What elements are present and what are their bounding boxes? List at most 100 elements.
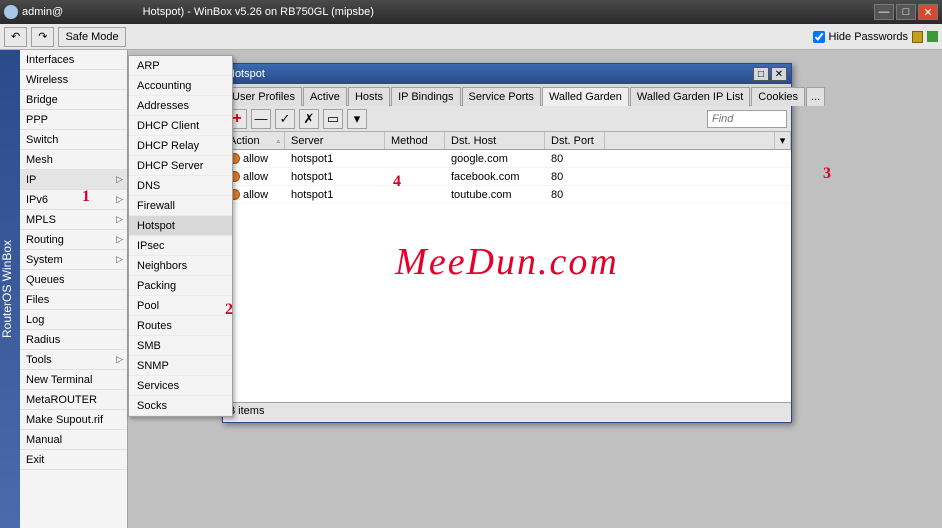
filter-button[interactable]: ▾ bbox=[347, 109, 367, 129]
tab-cookies[interactable]: Cookies bbox=[751, 87, 805, 106]
cell-server: hotspot1 bbox=[285, 153, 385, 165]
submenu-item-dhcp-client[interactable]: DHCP Client bbox=[129, 116, 232, 136]
hide-passwords-label: Hide Passwords bbox=[829, 31, 908, 43]
menu-item-metarouter[interactable]: MetaROUTER bbox=[20, 390, 127, 410]
caret-icon: ▷ bbox=[116, 254, 123, 265]
menu-item-routing[interactable]: Routing▷ bbox=[20, 230, 127, 250]
main-toolbar: ↶ ↷ Safe Mode Hide Passwords bbox=[0, 24, 942, 50]
hotspot-close-button[interactable]: ✕ bbox=[771, 67, 787, 81]
menu-item-bridge[interactable]: Bridge bbox=[20, 90, 127, 110]
submenu-item-pool[interactable]: Pool bbox=[129, 296, 232, 316]
title-user: admin@ bbox=[22, 6, 63, 18]
remove-button[interactable]: — bbox=[251, 109, 271, 129]
submenu-item-services[interactable]: Services bbox=[129, 376, 232, 396]
main-menu: InterfacesWirelessBridgePPPSwitchMeshIP▷… bbox=[20, 50, 128, 528]
menu-item-make-supout-rif[interactable]: Make Supout.rif bbox=[20, 410, 127, 430]
menu-item-exit[interactable]: Exit bbox=[20, 450, 127, 470]
cell-server: hotspot1 bbox=[285, 171, 385, 183]
hotspot-titlebar[interactable]: Hotspot □ ✕ bbox=[223, 64, 791, 84]
cell-dsthost: facebook.com bbox=[445, 171, 545, 183]
menu-item-switch[interactable]: Switch bbox=[20, 130, 127, 150]
submenu-item-addresses[interactable]: Addresses bbox=[129, 96, 232, 116]
menu-item-new-terminal[interactable]: New Terminal bbox=[20, 370, 127, 390]
find-input[interactable] bbox=[707, 110, 787, 128]
menu-item-ppp[interactable]: PPP bbox=[20, 110, 127, 130]
cell-dsthost: google.com bbox=[445, 153, 545, 165]
col-method[interactable]: Method bbox=[385, 132, 445, 149]
table-row[interactable]: allowhotspot1facebook.com80 bbox=[223, 168, 791, 186]
hotspot-window: Hotspot □ ✕ User ProfilesActiveHostsIP B… bbox=[222, 63, 792, 423]
menu-item-mesh[interactable]: Mesh bbox=[20, 150, 127, 170]
menu-item-files[interactable]: Files bbox=[20, 290, 127, 310]
grid-body: allowhotspot1google.com80allowhotspot1fa… bbox=[223, 150, 791, 402]
titlebar: admin@ Hotspot) - WinBox v5.26 on RB750G… bbox=[0, 0, 942, 24]
hide-passwords-input[interactable] bbox=[813, 31, 825, 43]
menu-item-manual[interactable]: Manual bbox=[20, 430, 127, 450]
submenu-item-smb[interactable]: SMB bbox=[129, 336, 232, 356]
caret-icon: ▷ bbox=[116, 354, 123, 365]
cell-server: hotspot1 bbox=[285, 189, 385, 201]
redo-button[interactable]: ↷ bbox=[31, 27, 54, 47]
table-row[interactable]: allowhotspot1google.com80 bbox=[223, 150, 791, 168]
window-buttons: — □ ✕ bbox=[874, 4, 938, 20]
undo-icon: ↶ bbox=[11, 30, 20, 43]
menu-item-ipv6[interactable]: IPv6▷ bbox=[20, 190, 127, 210]
menu-item-ip[interactable]: IP▷ bbox=[20, 170, 127, 190]
col-dsthost[interactable]: Dst. Host bbox=[445, 132, 545, 149]
submenu-item-ipsec[interactable]: IPsec bbox=[129, 236, 232, 256]
menu-item-radius[interactable]: Radius bbox=[20, 330, 127, 350]
cell-dstport: 80 bbox=[545, 189, 605, 201]
col-dstport[interactable]: Dst. Port bbox=[545, 132, 605, 149]
menu-item-tools[interactable]: Tools▷ bbox=[20, 350, 127, 370]
submenu-item-routes[interactable]: Routes bbox=[129, 316, 232, 336]
submenu-item-neighbors[interactable]: Neighbors bbox=[129, 256, 232, 276]
status-square-icon bbox=[927, 31, 938, 42]
menu-item-mpls[interactable]: MPLS▷ bbox=[20, 210, 127, 230]
submenu-item-dns[interactable]: DNS bbox=[129, 176, 232, 196]
submenu-item-hotspot[interactable]: Hotspot bbox=[129, 216, 232, 236]
tab-service-ports[interactable]: Service Ports bbox=[462, 87, 541, 106]
cell-dstport: 80 bbox=[545, 171, 605, 183]
comment-button[interactable]: ▭ bbox=[323, 109, 343, 129]
caret-icon: ▷ bbox=[116, 174, 123, 185]
minimize-button[interactable]: — bbox=[874, 4, 894, 20]
tab-walled-garden[interactable]: Walled Garden bbox=[542, 87, 629, 106]
hotspot-title: Hotspot bbox=[227, 68, 751, 80]
submenu-item-dhcp-relay[interactable]: DHCP Relay bbox=[129, 136, 232, 156]
table-row[interactable]: allowhotspot1toutube.com80 bbox=[223, 186, 791, 204]
col-dropdown[interactable]: ▾ bbox=[775, 132, 791, 149]
safe-mode-button[interactable]: Safe Mode bbox=[58, 27, 125, 47]
menu-item-system[interactable]: System▷ bbox=[20, 250, 127, 270]
menu-item-wireless[interactable]: Wireless bbox=[20, 70, 127, 90]
tab-user-profiles[interactable]: User Profiles bbox=[225, 87, 302, 106]
submenu-item-socks[interactable]: Socks bbox=[129, 396, 232, 416]
submenu-item-snmp[interactable]: SNMP bbox=[129, 356, 232, 376]
hide-passwords-checkbox[interactable]: Hide Passwords bbox=[813, 31, 908, 43]
lock-icon bbox=[912, 31, 923, 43]
close-button[interactable]: ✕ bbox=[918, 4, 938, 20]
tab-active[interactable]: Active bbox=[303, 87, 347, 106]
watermark: MeeDun.com bbox=[223, 240, 791, 284]
window-title: admin@ Hotspot) - WinBox v5.26 on RB750G… bbox=[22, 6, 874, 18]
cell-dsthost: toutube.com bbox=[445, 189, 545, 201]
safe-mode-label: Safe Mode bbox=[65, 31, 118, 43]
caret-icon: ▷ bbox=[116, 194, 123, 205]
menu-item-interfaces[interactable]: Interfaces bbox=[20, 50, 127, 70]
submenu-item-packing[interactable]: Packing bbox=[129, 276, 232, 296]
enable-button[interactable]: ✓ bbox=[275, 109, 295, 129]
tab-walled-garden-ip-list[interactable]: Walled Garden IP List bbox=[630, 87, 750, 106]
submenu-item-accounting[interactable]: Accounting bbox=[129, 76, 232, 96]
col-server[interactable]: Server bbox=[285, 132, 385, 149]
submenu-item-arp[interactable]: ARP bbox=[129, 56, 232, 76]
tab-ip-bindings[interactable]: IP Bindings bbox=[391, 87, 460, 106]
tab-more[interactable]: ... bbox=[806, 87, 825, 106]
submenu-item-dhcp-server[interactable]: DHCP Server bbox=[129, 156, 232, 176]
menu-item-queues[interactable]: Queues bbox=[20, 270, 127, 290]
menu-item-log[interactable]: Log bbox=[20, 310, 127, 330]
maximize-button[interactable]: □ bbox=[896, 4, 916, 20]
submenu-item-firewall[interactable]: Firewall bbox=[129, 196, 232, 216]
undo-button[interactable]: ↶ bbox=[4, 27, 27, 47]
hotspot-maximize-button[interactable]: □ bbox=[753, 67, 769, 81]
tab-hosts[interactable]: Hosts bbox=[348, 87, 390, 106]
disable-button[interactable]: ✗ bbox=[299, 109, 319, 129]
